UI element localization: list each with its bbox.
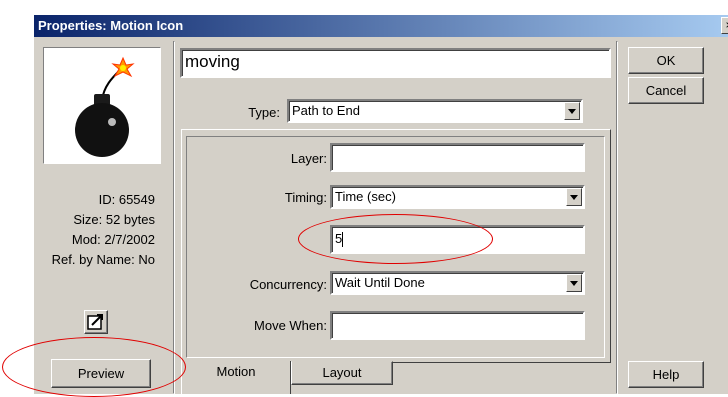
timing-dropdown-arrow[interactable] [566,188,582,206]
icon-size: Size: 52 bytes [73,212,155,227]
concurrency-dropdown-arrow[interactable] [566,274,582,292]
cancel-button[interactable]: Cancel [628,77,704,104]
cancel-label: Cancel [645,83,687,98]
layer-field[interactable] [330,143,585,172]
vertical-divider-right [616,41,618,394]
title-bar: Properties: Motion Icon × [34,15,728,37]
vertical-divider [173,41,175,394]
tab-layout-label: Layout [322,365,362,380]
tab-motion-label: Motion [216,364,256,379]
type-value: Path to End [292,103,360,118]
concurrency-dropdown[interactable]: Wait Until Done [330,271,585,295]
move-when-field[interactable] [330,311,585,340]
type-dropdown[interactable]: Path to End [287,99,583,123]
timing-value: Time (sec) [335,189,396,204]
preview-label: Preview [77,366,125,381]
open-icon-button[interactable] [84,310,108,334]
tab-motion[interactable]: Motion [181,361,291,394]
preview-button[interactable]: Preview [51,359,151,388]
icon-name-field[interactable]: moving [180,48,611,78]
ok-label: OK [656,53,676,68]
help-button[interactable]: Help [628,361,704,388]
type-dropdown-arrow[interactable] [564,102,580,120]
icon-preview [43,47,161,164]
icon-id: ID: 65549 [98,192,155,207]
timing-amount-value: 5 [335,231,343,246]
icon-name-value: moving [185,52,240,71]
concurrency-value: Wait Until Done [335,275,425,290]
close-button[interactable]: × [721,17,728,34]
concurrency-label: Concurrency: [249,277,327,292]
move-when-label: Move When: [254,318,327,333]
timing-amount-field[interactable]: 5 [330,225,585,254]
bomb-icon [75,56,135,157]
properties-dialog: Properties: Motion Icon × ID: 65549 Size… [33,15,728,394]
help-label: Help [652,367,680,382]
tab-layout[interactable]: Layout [291,361,393,385]
ok-button[interactable]: OK [628,47,704,74]
type-label: Type: [248,105,280,120]
timing-dropdown[interactable]: Time (sec) [330,185,585,209]
window-title: Properties: Motion Icon [38,18,184,33]
text-cursor [342,232,344,248]
edit-open-icon [87,314,103,330]
timing-label: Timing: [284,190,327,205]
icon-mod-date: Mod: 2/7/2002 [71,232,155,247]
icon-ref-by-name: Ref. by Name: No [51,252,155,267]
layer-label: Layer: [290,151,327,166]
